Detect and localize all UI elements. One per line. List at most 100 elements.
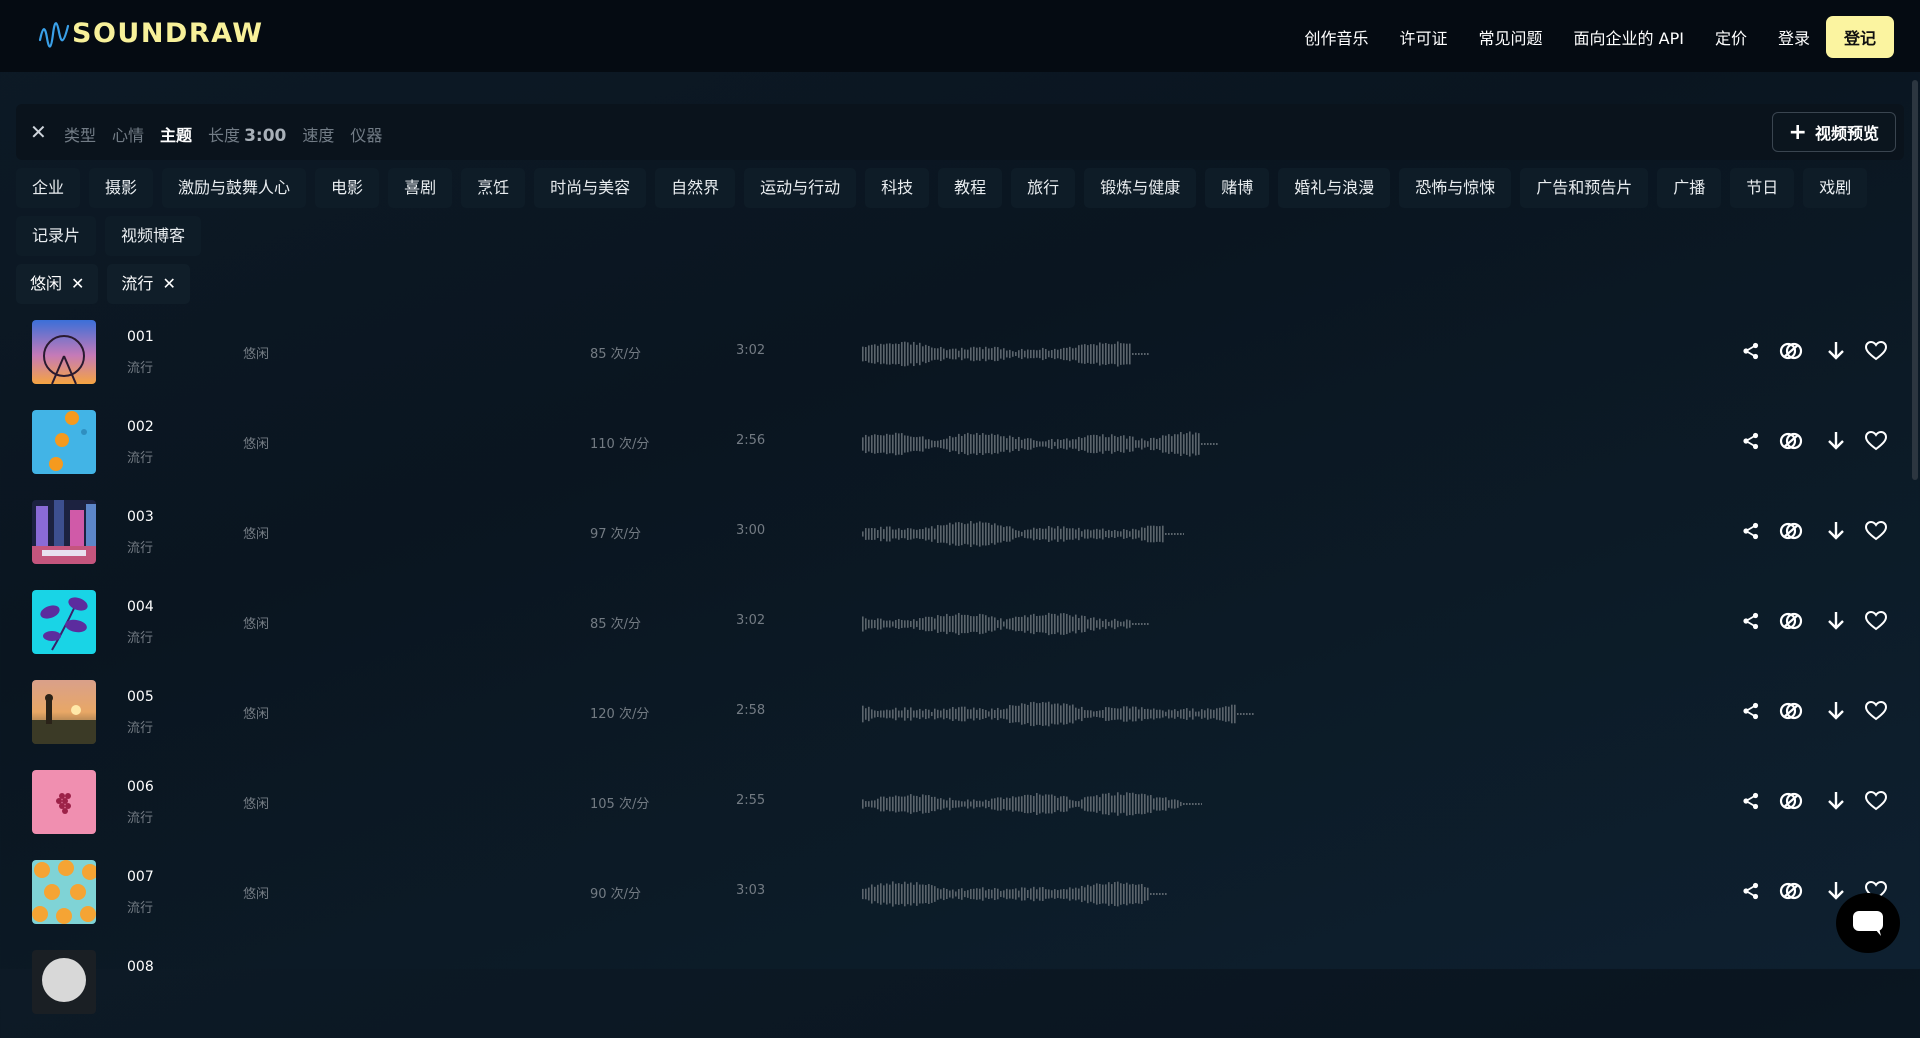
track-waveform[interactable] <box>862 422 1218 466</box>
selected-tag[interactable]: 流行 ✕ <box>107 264 190 304</box>
similar-tracks-button[interactable] <box>1776 516 1806 546</box>
theme-chip[interactable]: 电影 <box>315 168 380 208</box>
theme-chip[interactable]: 广播 <box>1657 168 1722 208</box>
signup-button[interactable]: 登记 <box>1825 16 1894 58</box>
theme-chip[interactable]: 激励与鼓舞人心 <box>162 168 307 208</box>
download-button[interactable] <box>1821 786 1851 816</box>
similar-tracks-button[interactable] <box>1776 336 1806 366</box>
selected-tag-label: 悠闲 <box>30 274 63 293</box>
track-row[interactable]: 004 流行 悠闲 85 次/分 3:02 <box>0 588 1920 678</box>
theme-chip[interactable]: 赌博 <box>1205 168 1270 208</box>
track-row[interactable]: 008 <box>0 948 1920 1038</box>
cover-art-image[interactable] <box>32 590 96 654</box>
theme-chip[interactable]: 科技 <box>865 168 930 208</box>
remove-tag-icon[interactable]: ✕ <box>162 264 175 304</box>
track-row[interactable]: 007 流行 悠闲 90 次/分 3:03 <box>0 858 1920 948</box>
theme-chip[interactable]: 戏剧 <box>1803 168 1868 208</box>
similar-tracks-button[interactable] <box>1776 426 1806 456</box>
share-button[interactable] <box>1736 516 1766 546</box>
favorite-button[interactable] <box>1861 516 1891 546</box>
cover-art-image[interactable] <box>32 500 96 564</box>
cover-art-image[interactable] <box>32 950 96 1014</box>
tab-instrument[interactable]: 仪器 <box>350 122 382 146</box>
nav-faq[interactable]: 常见问题 <box>1479 25 1543 49</box>
cover-art-image[interactable] <box>32 320 96 384</box>
theme-chip[interactable]: 运动与行动 <box>744 168 857 208</box>
track-waveform[interactable] <box>862 512 1185 556</box>
track-row[interactable]: 003 流行 悠闲 97 次/分 3:00 <box>0 498 1920 588</box>
share-button[interactable] <box>1736 426 1766 456</box>
theme-chip[interactable]: 摄影 <box>89 168 154 208</box>
theme-chip[interactable]: 企业 <box>16 168 81 208</box>
video-preview-button[interactable]: + 视频预览 <box>1771 112 1896 152</box>
tab-genre[interactable]: 类型 <box>64 122 96 146</box>
nav-login[interactable]: 登录 <box>1778 25 1810 49</box>
theme-chip[interactable]: 婚礼与浪漫 <box>1278 168 1391 208</box>
selected-tag[interactable]: 悠闲 ✕ <box>16 264 99 304</box>
tab-theme[interactable]: 主题 <box>160 122 192 146</box>
favorite-button[interactable] <box>1861 336 1891 366</box>
cover-art-image[interactable] <box>32 860 96 924</box>
download-button[interactable] <box>1821 606 1851 636</box>
theme-chip[interactable]: 恐怖与惊悚 <box>1399 168 1512 208</box>
soundraw-logo[interactable]: SOUNDRAW <box>38 16 264 50</box>
similar-tracks-button[interactable] <box>1776 606 1806 636</box>
download-button[interactable] <box>1821 426 1851 456</box>
share-button[interactable] <box>1736 606 1766 636</box>
favorite-button[interactable] <box>1861 786 1891 816</box>
remove-tag-icon[interactable]: ✕ <box>71 264 84 304</box>
share-button[interactable] <box>1736 876 1766 906</box>
tab-length[interactable]: 长度 3:00 <box>208 122 286 146</box>
cover-art-image[interactable] <box>32 680 96 744</box>
track-row[interactable]: 005 流行 悠闲 120 次/分 2:58 <box>0 678 1920 768</box>
track-waveform[interactable] <box>862 782 1203 826</box>
similar-tracks-button[interactable] <box>1776 696 1806 726</box>
favorite-button[interactable] <box>1861 606 1891 636</box>
track-bpm: 85 次/分 <box>590 617 642 632</box>
theme-chip[interactable]: 节日 <box>1730 168 1795 208</box>
download-button[interactable] <box>1821 336 1851 366</box>
scrollbar-thumb[interactable] <box>1912 80 1918 480</box>
similar-tracks-button[interactable] <box>1776 786 1806 816</box>
theme-chip[interactable]: 旅行 <box>1011 168 1076 208</box>
track-row[interactable]: 002 流行 悠闲 110 次/分 2:56 <box>0 408 1920 498</box>
share-button[interactable] <box>1736 786 1766 816</box>
nav-enterprise-api[interactable]: 面向企业的 API <box>1574 25 1684 49</box>
tab-mood[interactable]: 心情 <box>112 122 144 146</box>
favorite-button[interactable] <box>1861 426 1891 456</box>
theme-chip[interactable]: 视频博客 <box>105 216 202 256</box>
track-row[interactable]: 001 流行 悠闲 85 次/分 3:02 <box>0 318 1920 408</box>
theme-chip[interactable]: 锻炼与健康 <box>1084 168 1197 208</box>
theme-chip[interactable]: 时尚与美容 <box>534 168 647 208</box>
theme-chip[interactable]: 教程 <box>938 168 1003 208</box>
chat-support-button[interactable] <box>1836 893 1900 953</box>
track-number: 005 <box>127 689 154 705</box>
nav-license[interactable]: 许可证 <box>1400 25 1448 49</box>
theme-chip[interactable]: 记录片 <box>16 216 97 256</box>
theme-chip[interactable]: 广告和预告片 <box>1520 168 1649 208</box>
track-mood: 悠闲 <box>243 347 270 362</box>
track-waveform[interactable] <box>862 602 1150 646</box>
track-waveform[interactable] <box>862 332 1150 376</box>
cover-art-image[interactable] <box>32 770 96 834</box>
similar-tracks-icon <box>1779 792 1803 810</box>
track-waveform[interactable] <box>862 692 1254 736</box>
close-icon[interactable]: ✕ <box>30 120 47 144</box>
download-button[interactable] <box>1821 696 1851 726</box>
nav-pricing[interactable]: 定价 <box>1715 25 1747 49</box>
theme-chip[interactable]: 烹饪 <box>461 168 526 208</box>
share-button[interactable] <box>1736 696 1766 726</box>
cover-art-image[interactable] <box>32 410 96 474</box>
download-button[interactable] <box>1821 516 1851 546</box>
track-waveform[interactable] <box>862 872 1168 916</box>
nav-create-music[interactable]: 创作音乐 <box>1305 25 1369 49</box>
favorite-button[interactable] <box>1861 696 1891 726</box>
theme-chip[interactable]: 喜剧 <box>388 168 453 208</box>
track-number: 006 <box>127 779 154 795</box>
share-icon <box>1743 342 1759 360</box>
theme-chip[interactable]: 自然界 <box>655 168 736 208</box>
similar-tracks-button[interactable] <box>1776 876 1806 906</box>
tab-tempo[interactable]: 速度 <box>302 122 334 146</box>
track-row[interactable]: 006 流行 悠闲 105 次/分 2:55 <box>0 768 1920 858</box>
share-button[interactable] <box>1736 336 1766 366</box>
